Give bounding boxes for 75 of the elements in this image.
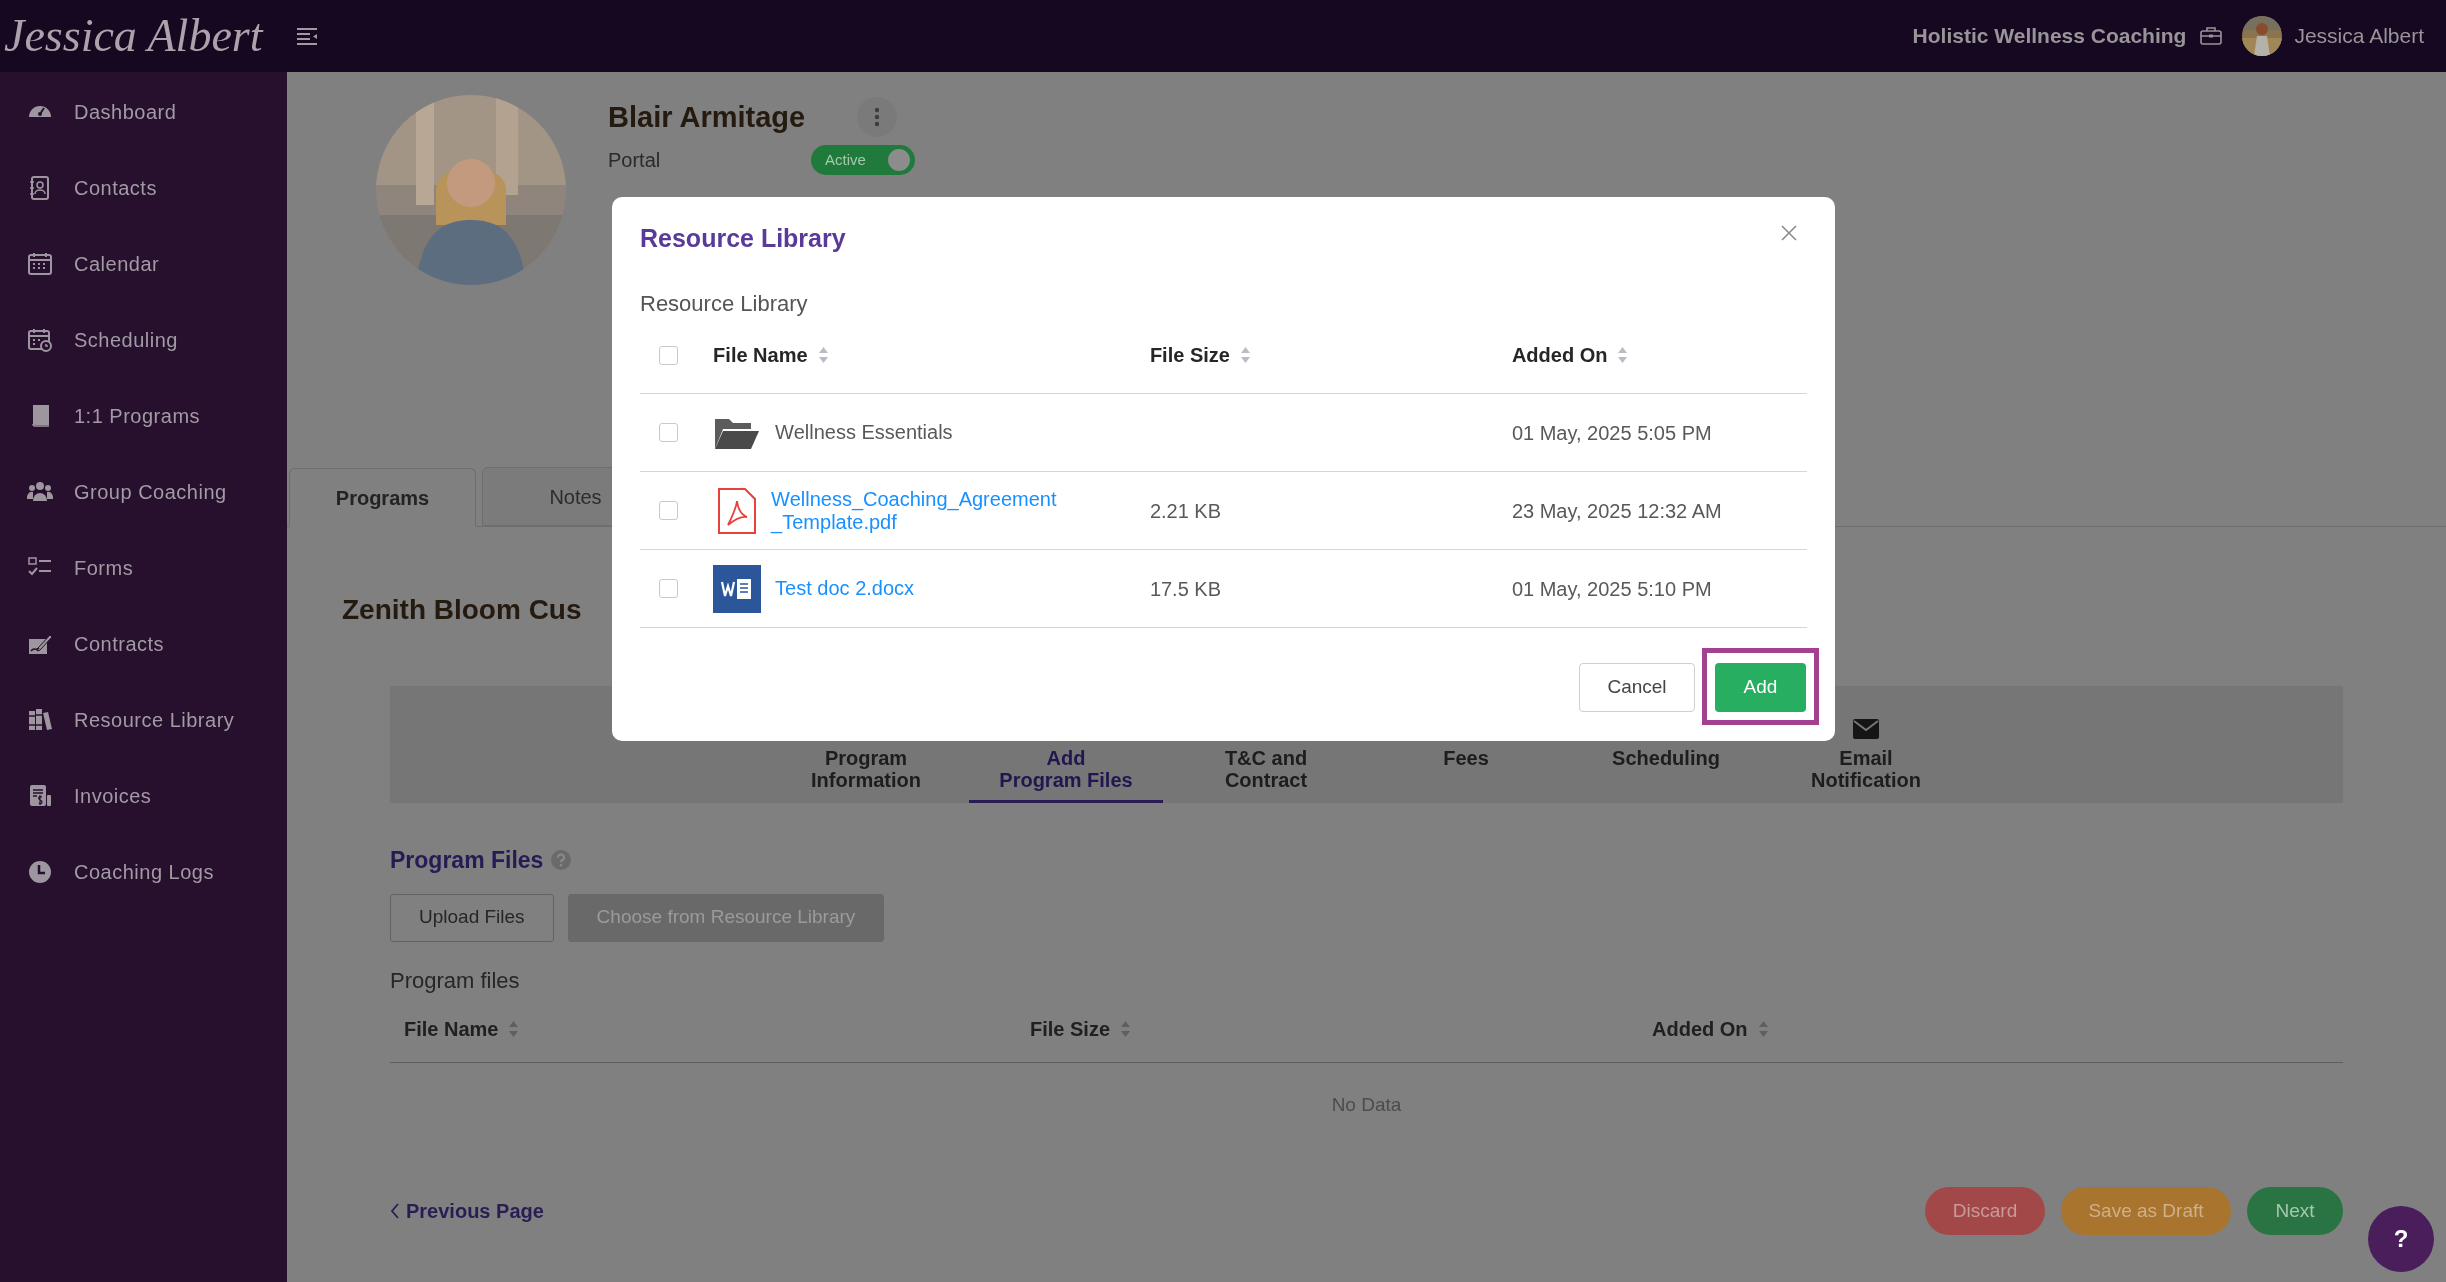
step-tab[interactable]: Add Program Files [966, 747, 1166, 803]
sidebar-item[interactable]: Coaching Logs [0, 834, 287, 910]
column-header: Added On [1652, 1017, 1748, 1042]
dialog-subtitle: Resource Library [640, 291, 809, 317]
previous-page-link[interactable]: Previous Page [390, 1196, 544, 1226]
file-size: 17.5 KB [1149, 577, 1222, 600]
step-tab[interactable]: Fees [1366, 747, 1566, 803]
cancel-button[interactable]: Cancel [1579, 663, 1695, 712]
checkbox[interactable] [659, 345, 678, 365]
sidebar-item[interactable]: Group Coaching [0, 454, 287, 530]
column-header: Added On [1511, 343, 1608, 368]
program-title: Zenith Bloom Cus [342, 593, 583, 627]
calendar-clock-icon [27, 327, 53, 353]
books-icon [27, 707, 53, 733]
business-name: Holistic Wellness Coaching [1912, 23, 2187, 50]
more-icon [874, 107, 881, 127]
file-size: 2.21 KB [1149, 499, 1222, 522]
section-title: Program Files [390, 846, 544, 875]
briefcase-icon[interactable] [2200, 27, 2223, 45]
sidebar-item[interactable]: Contacts [0, 150, 287, 226]
discard-button[interactable]: Discard [1925, 1187, 2045, 1235]
upload-button[interactable]: Upload Files [390, 893, 554, 942]
portal-toggle[interactable]: Active [811, 145, 915, 175]
table-caption: Program files [390, 966, 521, 995]
sidebar-item[interactable]: 1:1 Programs [0, 378, 287, 454]
calendar-icon [27, 251, 53, 277]
help-button[interactable]: ? [2368, 1206, 2434, 1272]
step-tab[interactable]: Email Notification [1766, 719, 1966, 803]
step-tab[interactable]: T&C and Contract [1166, 747, 1366, 803]
menu-icon[interactable] [296, 27, 318, 45]
folder-name[interactable]: Wellness Essentials [775, 421, 1066, 444]
column-header: File Size [1030, 1017, 1111, 1042]
user-name[interactable]: Jessica Albert [2294, 20, 2424, 52]
sidebar-item[interactable]: Resource Library [0, 682, 287, 758]
sidebar-item[interactable]: Contracts [0, 606, 287, 682]
next-button[interactable]: Next [2247, 1187, 2343, 1235]
add-button[interactable]: Add [1715, 663, 1806, 712]
contact-name: Blair Armitage [608, 100, 806, 134]
file-link[interactable]: Test doc 2.docx [775, 577, 1066, 600]
word-document-icon [713, 564, 762, 613]
file-link[interactable]: Wellness_Coaching_Agreement_Template.pdf [771, 487, 1062, 534]
clock-icon [27, 859, 53, 885]
sort-icon[interactable] [1617, 346, 1629, 364]
sort-icon[interactable] [1757, 1020, 1769, 1038]
sidebar-item[interactable]: Forms [0, 530, 287, 606]
sidebar-item[interactable]: Dashboard [0, 74, 287, 150]
portal-label: Portal [608, 148, 662, 173]
pdf-icon [717, 486, 758, 535]
checkbox[interactable] [659, 423, 678, 442]
sidebar-item[interactable]: Calendar [0, 226, 287, 302]
sort-icon[interactable] [1120, 1020, 1132, 1038]
sidebar-item[interactable]: Invoices [0, 758, 287, 834]
dialog-title: Resource Library [640, 223, 846, 253]
envelope-icon [1853, 719, 1879, 739]
tab[interactable]: Programs [289, 468, 476, 527]
sort-icon[interactable] [1239, 346, 1251, 364]
sidebar-item[interactable]: Scheduling [0, 302, 287, 378]
step-tab[interactable]: Scheduling [1566, 747, 1766, 803]
column-header: File Name [713, 343, 808, 368]
column-header: File Size [1149, 343, 1230, 368]
added-date: 23 May, 2025 12:32 AM [1511, 499, 1722, 522]
sort-icon[interactable] [817, 346, 829, 364]
checkbox[interactable] [659, 501, 678, 520]
chevron-left-icon [390, 1203, 400, 1219]
close-icon[interactable] [1781, 225, 1797, 241]
checkbox[interactable] [659, 579, 678, 598]
sort-icon[interactable] [508, 1020, 520, 1038]
logo[interactable]: Jessica Albert [0, 0, 296, 72]
step-tab[interactable]: Program Information [766, 747, 966, 803]
help-icon[interactable] [551, 850, 572, 871]
more-options-button[interactable] [857, 97, 898, 137]
added-date: 01 May, 2025 5:10 PM [1511, 577, 1712, 600]
added-date: 01 May, 2025 5:05 PM [1511, 421, 1712, 444]
invoice-icon [27, 783, 53, 809]
column-header: File Name [404, 1017, 499, 1042]
